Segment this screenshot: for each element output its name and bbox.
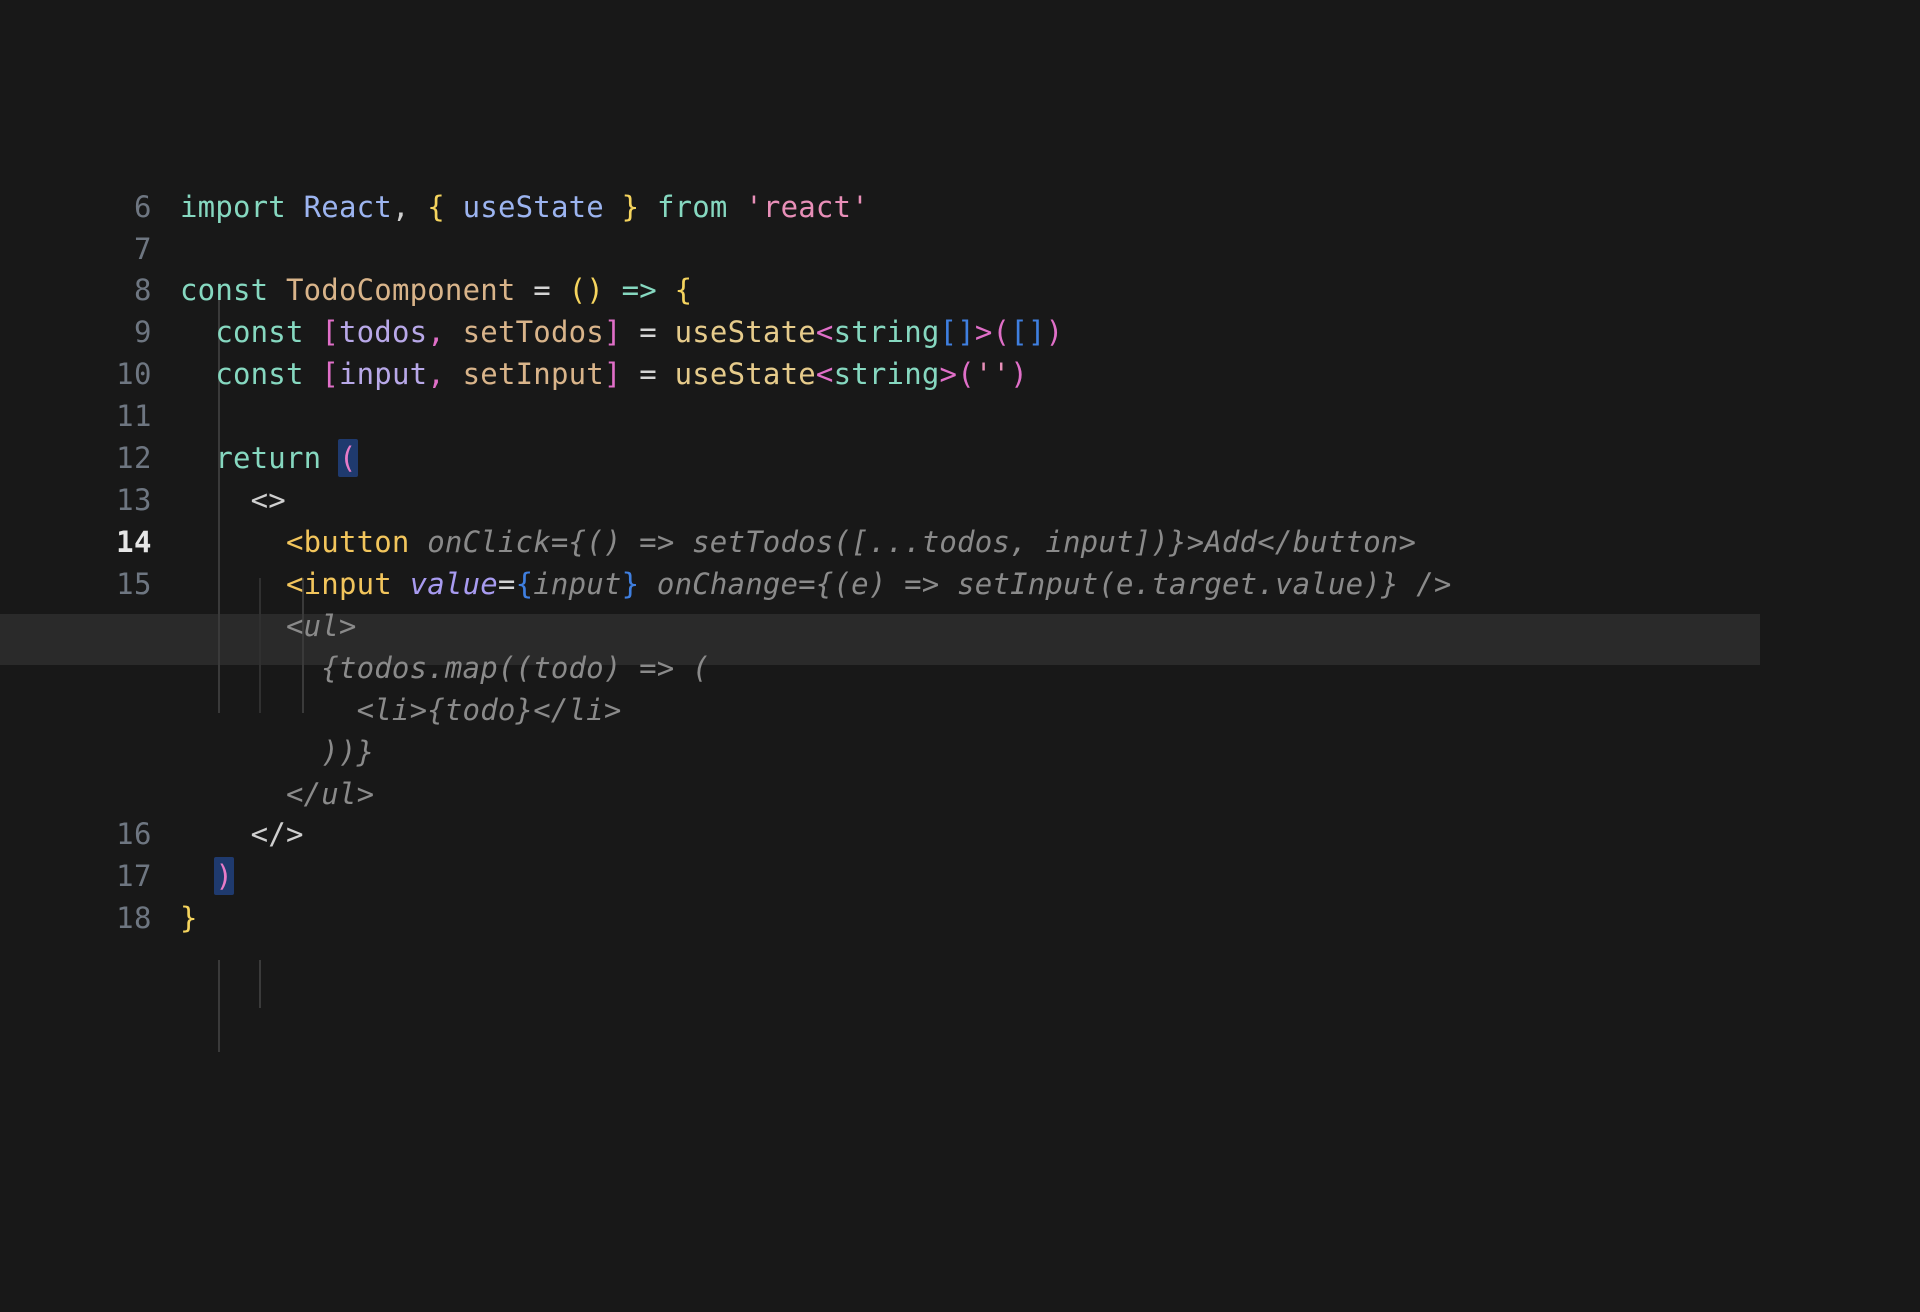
- token-expr-brace-close: }: [621, 567, 640, 601]
- token-react-identifier: React: [303, 190, 392, 224]
- token-paren-open: (: [568, 273, 587, 307]
- token-component-name: TodoComponent: [285, 273, 516, 307]
- token-input-tag-open: <input: [285, 567, 392, 601]
- token-expr-brace-open: {: [515, 567, 534, 601]
- token-destructure-bracket-open: [: [321, 357, 339, 391]
- token-generic-close: >: [939, 357, 958, 391]
- indent-guide-level-2-lower: [259, 960, 261, 1008]
- token-return-keyword: return: [215, 441, 322, 475]
- token-comma: ,: [391, 190, 410, 224]
- token-brace-close: }: [621, 190, 640, 224]
- token-attr-value-expression: input: [533, 567, 622, 601]
- indent-guide-level-1-lower: [218, 960, 220, 1052]
- token-destructure-bracket-open: [: [321, 315, 339, 349]
- token-arrow: =>: [621, 273, 657, 307]
- token-destructure-bracket-close: ]: [603, 357, 622, 391]
- token-equals: =: [533, 273, 551, 307]
- token-fragment-close: </>: [250, 817, 304, 851]
- token-generic-open: <: [815, 357, 834, 391]
- token-call-paren-close: ): [1010, 357, 1028, 391]
- token-generic-type: string: [833, 315, 940, 349]
- token-empty-string: '': [974, 357, 1011, 391]
- token-generic-open: <: [815, 315, 834, 349]
- token-module-string: 'react': [745, 190, 869, 224]
- token-const-keyword: const: [215, 315, 304, 349]
- token-setter-function: setTodos: [462, 315, 604, 349]
- token-import-keyword: import: [180, 190, 286, 224]
- token-equals: =: [639, 357, 657, 391]
- token-equals: =: [639, 315, 657, 349]
- token-generic-type: string: [833, 357, 940, 391]
- code-content-18[interactable]: }: [152, 893, 1920, 944]
- token-brace-open: {: [427, 190, 445, 224]
- token-paren-close: ): [586, 273, 604, 307]
- inline-suggestion-line-15[interactable]: onChange={(e) => setInput(e.target.value…: [639, 567, 1451, 601]
- inline-suggestion-line-14[interactable]: onClick={() => setTodos([...todos, input…: [410, 525, 1417, 559]
- token-button-tag-open: <button: [285, 525, 410, 559]
- token-comma: ,: [427, 315, 445, 349]
- token-call-paren-close: ): [1045, 315, 1064, 349]
- token-from-keyword: from: [656, 190, 728, 224]
- token-matched-paren-open: (: [337, 439, 358, 477]
- code-line-18[interactable]: 18 }: [0, 893, 1920, 944]
- token-destructure-bracket-close: ]: [603, 315, 622, 349]
- token-state-variable: todos: [338, 315, 428, 349]
- token-arg-bracket-close: ]: [1027, 315, 1046, 349]
- token-equals: =: [497, 567, 516, 601]
- token-matched-paren-close: ): [214, 857, 234, 895]
- token-state-variable: input: [338, 357, 428, 391]
- line-number-15: 15: [116, 567, 152, 601]
- token-const-keyword: const: [215, 357, 304, 391]
- code-content-15[interactable]: <input value={input} onChange={(e) => se…: [152, 559, 1920, 610]
- code-editor-canvas[interactable]: 6 import React, { useState } from 'react…: [0, 0, 1920, 1312]
- token-value-attribute: value: [409, 567, 498, 601]
- token-call-paren-open: (: [957, 357, 975, 391]
- token-setter-function: setInput: [462, 357, 604, 391]
- token-brace-close: }: [180, 901, 198, 935]
- token-fragment-open: <>: [250, 483, 286, 517]
- token-usestate-hook: useState: [674, 315, 816, 349]
- token-usestate-identifier: useState: [462, 190, 604, 224]
- token-arg-bracket-open: [: [1010, 315, 1028, 349]
- token-brace-open: {: [674, 273, 693, 307]
- token-generic-close: >: [974, 315, 993, 349]
- line-number-18: 18: [116, 901, 152, 935]
- token-const-keyword: const: [180, 273, 269, 307]
- token-comma: ,: [427, 357, 445, 391]
- token-usestate-hook: useState: [674, 357, 816, 391]
- token-array-bracket-open: [: [939, 315, 958, 349]
- token-array-bracket-close: ]: [957, 315, 975, 349]
- token-call-paren-open: (: [992, 315, 1011, 349]
